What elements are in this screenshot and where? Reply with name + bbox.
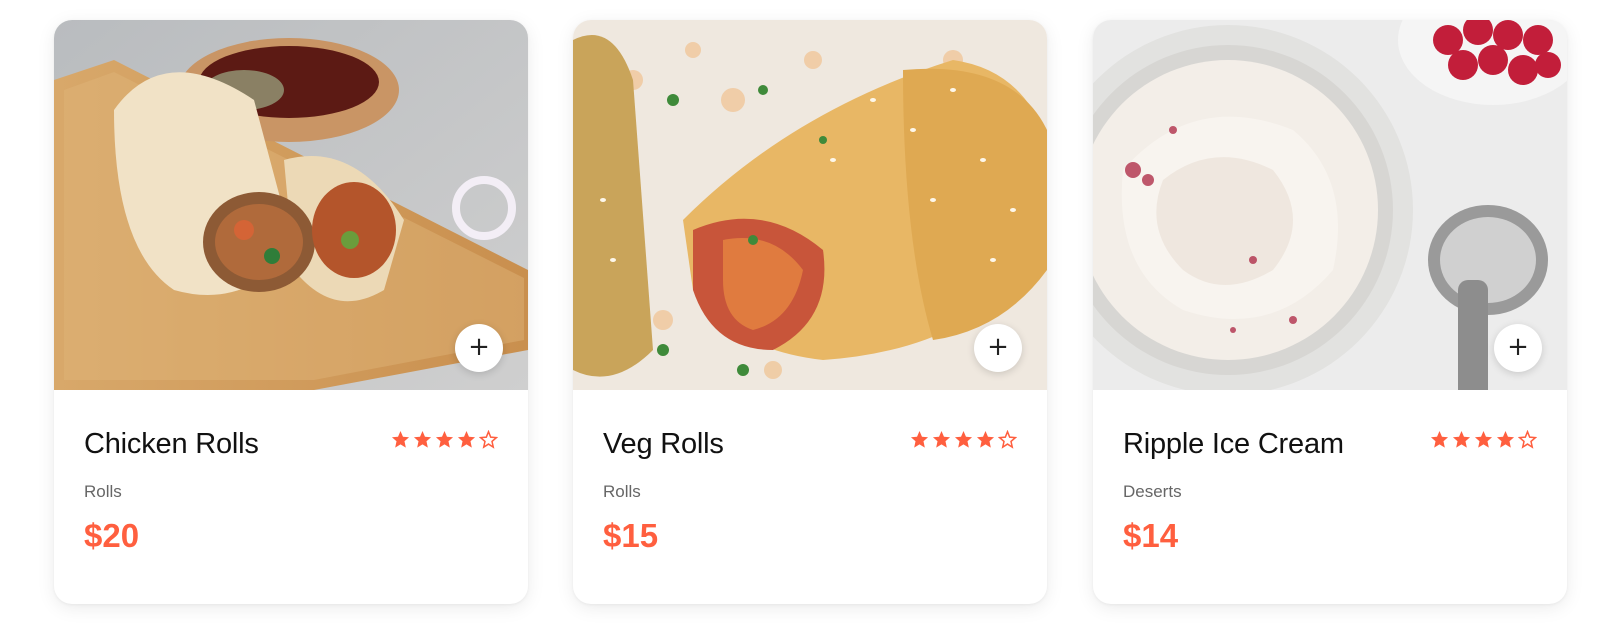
product-card[interactable]: + Chicken Rolls Rolls $20 [54, 20, 528, 604]
star-filled-icon [910, 430, 929, 448]
star-filled-icon [932, 430, 951, 448]
star-filled-icon [435, 430, 454, 448]
product-price: $14 [1123, 517, 1179, 554]
product-image[interactable]: + [1093, 20, 1567, 390]
star-filled-icon [413, 430, 432, 448]
star-filled-icon [1496, 430, 1515, 448]
star-outline-icon [998, 430, 1017, 449]
product-category: Rolls [603, 482, 641, 501]
product-card[interactable]: + Ripple Ice Cream Deserts $14 [1093, 20, 1567, 604]
product-name: Veg Rolls [603, 428, 724, 460]
ripple-ice-cream-photo [1093, 20, 1567, 390]
product-grid: + Chicken Rolls Rolls $20 + Veg Rolls Ro… [0, 0, 1600, 624]
star-outline-icon [1518, 430, 1537, 449]
star-filled-icon [976, 430, 995, 448]
chicken-rolls-photo [54, 20, 528, 390]
product-price: $20 [84, 517, 140, 554]
plus-icon: + [1507, 332, 1529, 362]
star-filled-icon [1452, 430, 1471, 448]
product-category: Deserts [1123, 482, 1182, 501]
add-to-cart-button[interactable]: + [1494, 324, 1542, 372]
product-image[interactable]: + [54, 20, 528, 390]
add-to-cart-button[interactable]: + [455, 324, 503, 372]
product-card[interactable]: + Veg Rolls Rolls $15 [573, 20, 1047, 604]
product-rating [391, 430, 498, 449]
product-image[interactable]: + [573, 20, 1047, 390]
product-rating [1430, 430, 1537, 449]
product-category: Rolls [84, 482, 122, 501]
product-name: Chicken Rolls [84, 428, 259, 460]
plus-icon: + [987, 332, 1009, 362]
product-name: Ripple Ice Cream [1123, 428, 1344, 460]
add-to-cart-button[interactable]: + [974, 324, 1022, 372]
veg-rolls-photo [573, 20, 1047, 390]
plus-icon: + [468, 332, 490, 362]
star-filled-icon [1474, 430, 1493, 448]
product-price: $15 [603, 517, 659, 554]
star-filled-icon [391, 430, 410, 448]
star-filled-icon [457, 430, 476, 448]
star-filled-icon [954, 430, 973, 448]
product-rating [910, 430, 1017, 449]
star-outline-icon [479, 430, 498, 449]
star-filled-icon [1430, 430, 1449, 448]
